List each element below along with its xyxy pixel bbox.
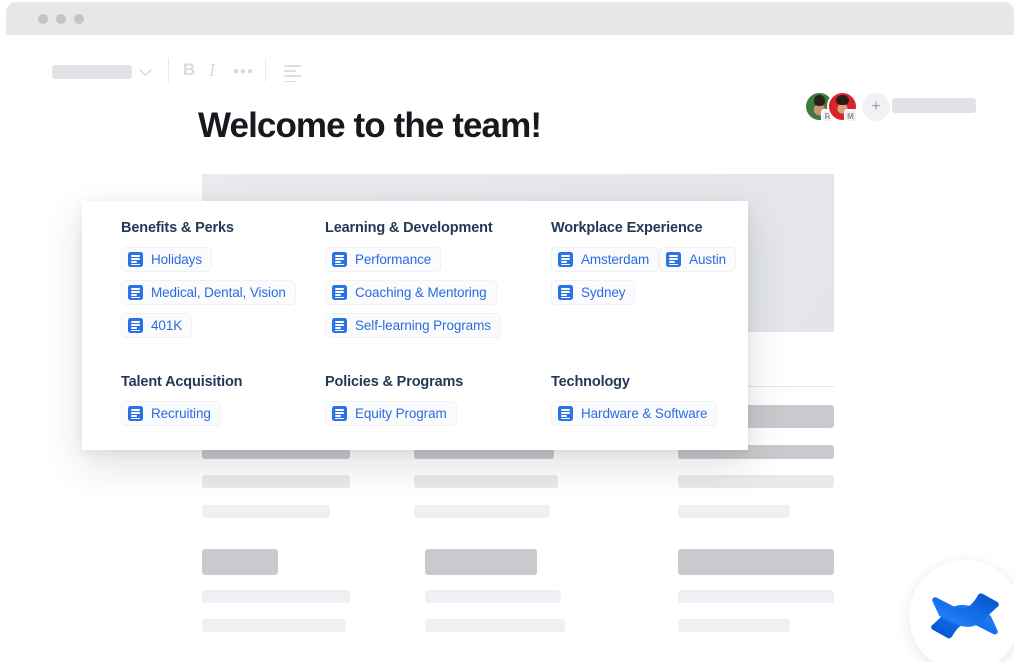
quick-link-label: Equity Program [355, 406, 447, 421]
quick-link-chip[interactable]: Coaching & Mentoring [325, 280, 497, 305]
quick-links-column-title: Benefits & Perks [121, 220, 234, 236]
text-style-value [52, 65, 132, 79]
quick-link-chip[interactable]: Equity Program [325, 401, 457, 426]
quick-links-column: Policies & Programs Equity Program [325, 374, 551, 426]
document-icon [558, 285, 573, 300]
quick-links-column-title: Workplace Experience [551, 220, 703, 236]
skeleton-heading [202, 549, 278, 575]
quick-link-chip[interactable]: Hardware & Software [551, 401, 718, 426]
avatar[interactable]: M [827, 91, 858, 122]
status-badge: M [844, 109, 857, 122]
quick-links-column-title: Policies & Programs [325, 374, 464, 390]
minimize-icon[interactable] [56, 14, 66, 24]
quick-links-card: Benefits & Perks Holidays Medical, Dental,… [82, 201, 748, 450]
window-titlebar [6, 2, 1014, 35]
toolbar-divider [265, 58, 266, 82]
skeleton-heading [678, 549, 834, 575]
quick-link-label: 401K [151, 318, 183, 333]
quick-link-chip[interactable]: Self-learning Programs [325, 313, 501, 338]
quick-link-chip[interactable]: Holidays [121, 247, 212, 272]
skeleton-line [202, 590, 350, 603]
italic-button[interactable]: I [209, 61, 215, 79]
document-icon [332, 285, 347, 300]
skeleton-line [425, 619, 565, 632]
document-icon [666, 252, 682, 267]
document-icon [558, 406, 573, 421]
add-collaborator-button[interactable]: + [862, 92, 890, 121]
quick-links-grid: Benefits & Perks Holidays Medical, Dental,… [121, 220, 748, 426]
share-button[interactable] [892, 98, 976, 113]
bold-button[interactable]: B [183, 61, 195, 79]
document-icon [128, 318, 143, 333]
text-style-select[interactable] [52, 62, 152, 79]
quick-link-chip[interactable]: Amsterdam [551, 247, 660, 272]
confluence-logo [931, 593, 999, 639]
close-icon[interactable] [38, 14, 48, 24]
quick-link-chip[interactable]: Recruiting [121, 401, 221, 426]
quick-link-label: Austin [689, 252, 727, 267]
quick-link-chip[interactable]: 401K [121, 313, 193, 338]
quick-link-label: Hardware & Software [581, 406, 708, 421]
document-icon [332, 406, 347, 421]
confluence-logo-badge[interactable] [909, 560, 1014, 662]
maximize-icon[interactable] [74, 14, 84, 24]
quick-link-label: Recruiting [151, 406, 211, 421]
quick-link-label: Coaching & Mentoring [355, 285, 487, 300]
quick-link-label: Performance [355, 252, 432, 267]
quick-link-chip[interactable]: Medical, Dental, Vision [121, 280, 296, 305]
document-icon [128, 252, 143, 267]
document-icon [128, 285, 143, 300]
chevron-down-icon [139, 62, 152, 76]
more-formatting-button[interactable]: ••• [233, 63, 254, 81]
quick-link-label: Medical, Dental, Vision [151, 285, 286, 300]
quick-link-chip[interactable]: Sydney [551, 280, 636, 305]
skeleton-line [414, 475, 558, 488]
quick-link-label: Self-learning Programs [355, 318, 491, 333]
quick-links-column: Talent Acquisition Recruiting [121, 374, 325, 426]
skeleton-line [678, 475, 834, 488]
quick-links-column-title: Technology [551, 374, 630, 390]
quick-links-column: Technology Hardware & Software [551, 374, 748, 426]
collaborators-group: R M + [804, 91, 890, 122]
quick-links-column-title: Learning & Development [325, 220, 493, 236]
skeleton-line [202, 619, 346, 632]
skeleton-line [678, 590, 834, 603]
document-icon [332, 252, 347, 267]
quick-link-label: Amsterdam [581, 252, 650, 267]
skeleton-heading [425, 549, 537, 575]
skeleton-line [425, 590, 561, 603]
quick-links-column: Workplace Experience Amsterdam Austin Sydne… [551, 220, 748, 338]
skeleton-line [414, 505, 550, 518]
quick-links-column: Learning & Development Performance Coachin… [325, 220, 551, 338]
document-icon [332, 318, 347, 333]
skeleton-line [202, 505, 330, 518]
quick-link-label: Holidays [151, 252, 202, 267]
skeleton-line [202, 475, 350, 488]
quick-link-chip[interactable]: Austin [659, 247, 737, 272]
app-window: B I ••• R M + Welcome to the team! Benef… [6, 2, 1014, 662]
editor-toolbar: B I ••• R M + [6, 35, 1014, 122]
quick-link-label: Sydney [581, 285, 626, 300]
page-title: Welcome to the team! [198, 106, 542, 145]
skeleton-line [678, 619, 790, 632]
skeleton-line [678, 505, 790, 518]
text-align-icon[interactable] [284, 65, 301, 83]
document-icon [558, 252, 573, 267]
quick-links-column: Benefits & Perks Holidays Medical, Dental,… [121, 220, 325, 338]
quick-links-column-title: Talent Acquisition [121, 374, 243, 390]
quick-link-chip[interactable]: Performance [325, 247, 442, 272]
toolbar-divider [168, 58, 169, 82]
document-icon [128, 406, 143, 421]
